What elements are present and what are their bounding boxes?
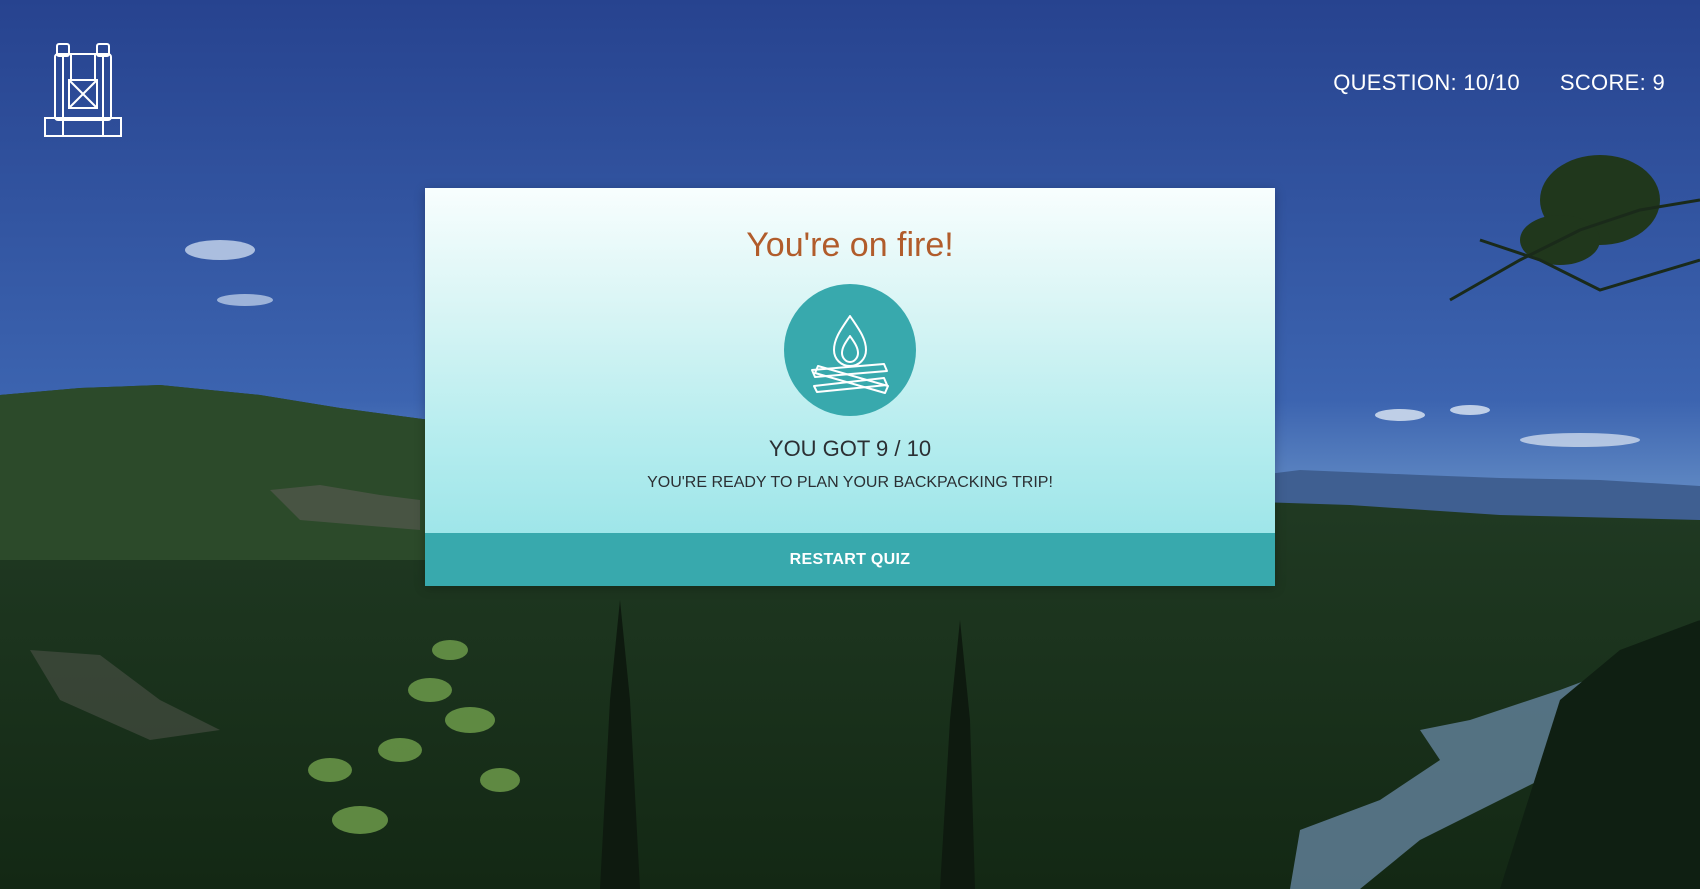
result-message: YOU'RE READY TO PLAN YOUR BACKPACKING TR… [647,474,1053,491]
campfire-badge [784,284,916,416]
quiz-stats: QUESTION: 10/10 SCORE: 9 [1333,70,1665,96]
result-title: You're on fire! [746,226,954,264]
score-summary: YOU GOT 9 / 10 [768,436,932,461]
result-modal: You're on fire! YOU GOT 9 / 10 YOU'RE RE… [425,188,1275,586]
quiz-page: QUESTION: 10/10 SCORE: 9 You're on fire!… [0,0,1700,889]
backpack-icon[interactable] [43,40,123,140]
question-counter: QUESTION: 10/10 [1333,70,1520,95]
score-counter: SCORE: 9 [1559,70,1665,95]
campfire-icon [811,315,889,394]
restart-quiz-button[interactable]: RESTART QUIZ [425,533,1275,586]
